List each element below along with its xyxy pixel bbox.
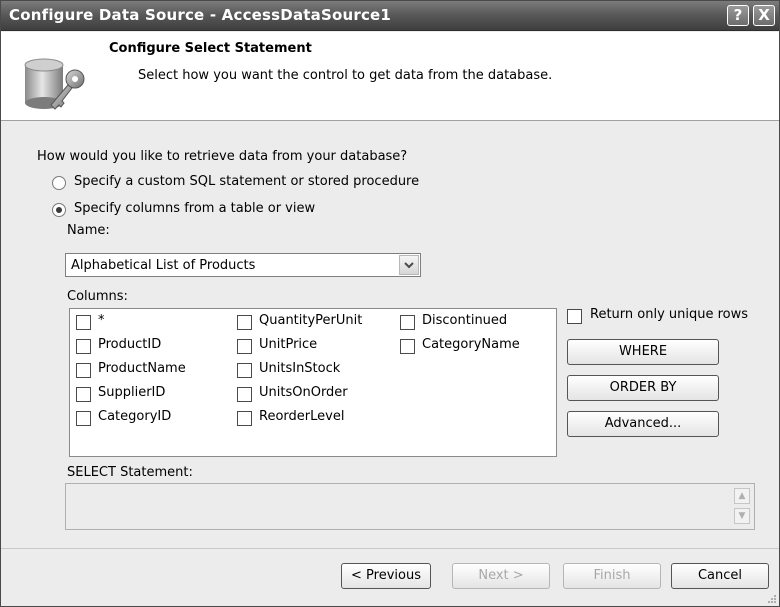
column-checkbox[interactable] bbox=[237, 315, 252, 330]
column-label: SupplierID bbox=[98, 385, 166, 400]
column-label: UnitsOnOrder bbox=[259, 385, 348, 400]
select-statement-label: SELECT Statement: bbox=[67, 465, 193, 480]
where-button[interactable]: WHERE bbox=[567, 339, 719, 365]
column-checkbox[interactable] bbox=[76, 387, 91, 402]
columns-label: Columns: bbox=[67, 289, 128, 304]
column-label: ReorderLevel bbox=[259, 409, 345, 424]
database-key-icon bbox=[24, 58, 85, 110]
order-by-button[interactable]: ORDER BY bbox=[567, 375, 719, 401]
window-title: Configure Data Source - AccessDataSource… bbox=[9, 6, 392, 24]
scroll-up-button[interactable]: ▲ bbox=[734, 488, 750, 504]
finish-button[interactable]: Finish bbox=[563, 563, 661, 589]
table-name-dropdown[interactable]: Alphabetical List of Products bbox=[65, 253, 421, 277]
select-statement-textbox[interactable]: ▲ ▼ bbox=[65, 483, 755, 530]
column-checkbox[interactable] bbox=[76, 411, 91, 426]
custom-sql-label[interactable]: Specify a custom SQL statement or stored… bbox=[74, 174, 419, 189]
close-button[interactable]: X bbox=[753, 5, 775, 26]
column-checkbox[interactable] bbox=[400, 315, 415, 330]
footer-divider bbox=[1, 548, 779, 549]
table-columns-label[interactable]: Specify columns from a table or view bbox=[74, 201, 315, 216]
column-checkbox[interactable] bbox=[237, 411, 252, 426]
column-checkbox[interactable] bbox=[400, 339, 415, 354]
resize-grip-icon[interactable] bbox=[767, 594, 777, 604]
column-label: ProductName bbox=[98, 361, 186, 376]
header-title: Configure Select Statement bbox=[109, 41, 312, 56]
header-subtitle: Select how you want the control to get d… bbox=[138, 68, 553, 83]
column-label: UnitsInStock bbox=[259, 361, 341, 376]
column-label: QuantityPerUnit bbox=[259, 313, 363, 328]
unique-rows-checkbox[interactable] bbox=[567, 309, 582, 324]
previous-button[interactable]: < Previous bbox=[341, 563, 431, 589]
column-label: UnitPrice bbox=[259, 337, 318, 352]
column-checkbox[interactable] bbox=[237, 363, 252, 378]
column-label: ProductID bbox=[98, 337, 162, 352]
next-button[interactable]: Next > bbox=[452, 563, 550, 589]
column-checkbox[interactable] bbox=[237, 387, 252, 402]
column-label: * bbox=[98, 313, 105, 328]
unique-rows-label[interactable]: Return only unique rows bbox=[590, 307, 748, 322]
column-checkbox[interactable] bbox=[76, 363, 91, 378]
help-button[interactable]: ? bbox=[727, 5, 749, 26]
columns-list[interactable]: * ProductID ProductName SupplierID Categ… bbox=[69, 308, 557, 457]
column-label: Discontinued bbox=[422, 313, 508, 328]
retrieve-question: How would you like to retrieve data from… bbox=[37, 149, 408, 164]
custom-sql-radio[interactable] bbox=[52, 176, 66, 190]
cancel-button[interactable]: Cancel bbox=[671, 563, 769, 589]
chevron-down-icon bbox=[404, 262, 414, 269]
advanced-button[interactable]: Advanced... bbox=[567, 411, 719, 437]
scroll-down-button[interactable]: ▼ bbox=[734, 508, 750, 524]
title-bar[interactable]: Configure Data Source - AccessDataSource… bbox=[1, 1, 779, 31]
table-name-value: Alphabetical List of Products bbox=[71, 258, 256, 273]
column-checkbox[interactable] bbox=[76, 339, 91, 354]
column-checkbox[interactable] bbox=[237, 339, 252, 354]
dropdown-button[interactable] bbox=[399, 255, 419, 275]
table-columns-radio[interactable] bbox=[52, 203, 66, 217]
dialog-window: Configure Data Source - AccessDataSource… bbox=[0, 0, 780, 607]
column-checkbox[interactable] bbox=[76, 315, 91, 330]
name-label: Name: bbox=[67, 223, 110, 238]
column-label: CategoryID bbox=[98, 409, 172, 424]
column-label: CategoryName bbox=[422, 337, 520, 352]
